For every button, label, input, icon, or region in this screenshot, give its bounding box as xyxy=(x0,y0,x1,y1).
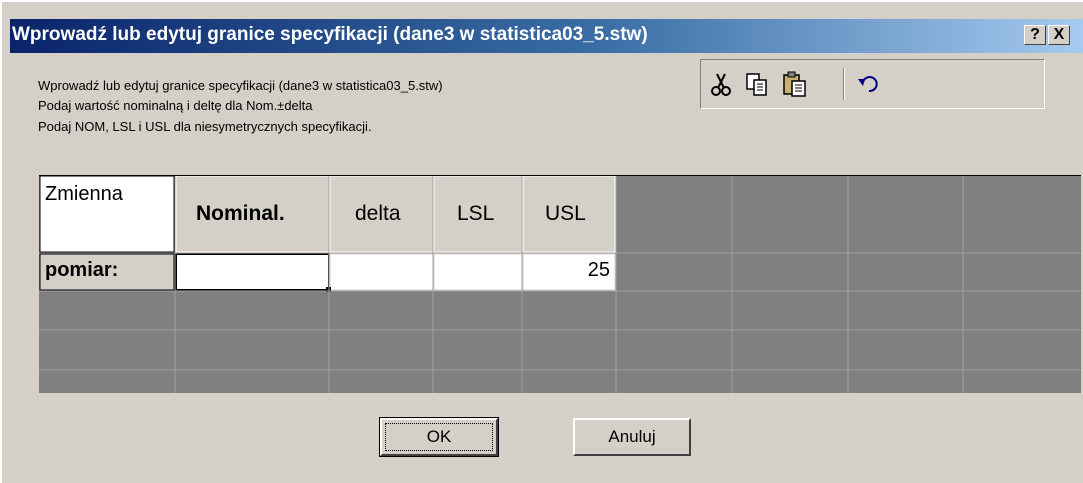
column-header-usl[interactable]: USL xyxy=(545,202,586,226)
window-title: Wprowadź lub edytuj granice specyfikacji… xyxy=(12,24,648,45)
description-line-2: Podaj wartość nominalną i deltę dla Nom.… xyxy=(38,98,313,113)
close-button[interactable]: X xyxy=(1048,25,1070,45)
cancel-button[interactable]: Anuluj xyxy=(573,418,691,456)
title-bar[interactable]: Wprowadź lub edytuj granice specyfikacji… xyxy=(10,19,1083,53)
column-header-nominal[interactable]: Nominal. xyxy=(196,202,285,226)
column-header-delta[interactable]: delta xyxy=(355,202,401,226)
help-button[interactable]: ? xyxy=(1024,25,1046,45)
grid-corner-label: Zmienna xyxy=(45,183,123,205)
edit-toolbar xyxy=(700,59,1045,109)
description-line-3: Podaj NOM, LSL i USL dla niesymetrycznyc… xyxy=(38,119,372,134)
toolbar-separator xyxy=(843,68,845,100)
scissors-icon[interactable] xyxy=(707,70,735,98)
copy-icon[interactable] xyxy=(743,70,771,98)
cell-usl[interactable]: 25 xyxy=(526,259,610,282)
dialog-window: Wprowadź lub edytuj granice specyfikacji… xyxy=(0,0,1083,483)
ok-button[interactable]: OK xyxy=(379,417,499,457)
description-line-1: Wprowadź lub edytuj granice specyfikacji… xyxy=(38,78,443,93)
column-header-lsl[interactable]: LSL xyxy=(457,202,494,226)
paste-icon[interactable] xyxy=(781,70,809,98)
ok-button-label: OK xyxy=(385,423,493,451)
row-label-pomiar: pomiar: xyxy=(45,259,119,281)
spec-limits-grid[interactable]: Zmienna Nominal. delta LSL USL pomiar: 2… xyxy=(39,175,1081,393)
undo-icon[interactable] xyxy=(855,70,883,98)
